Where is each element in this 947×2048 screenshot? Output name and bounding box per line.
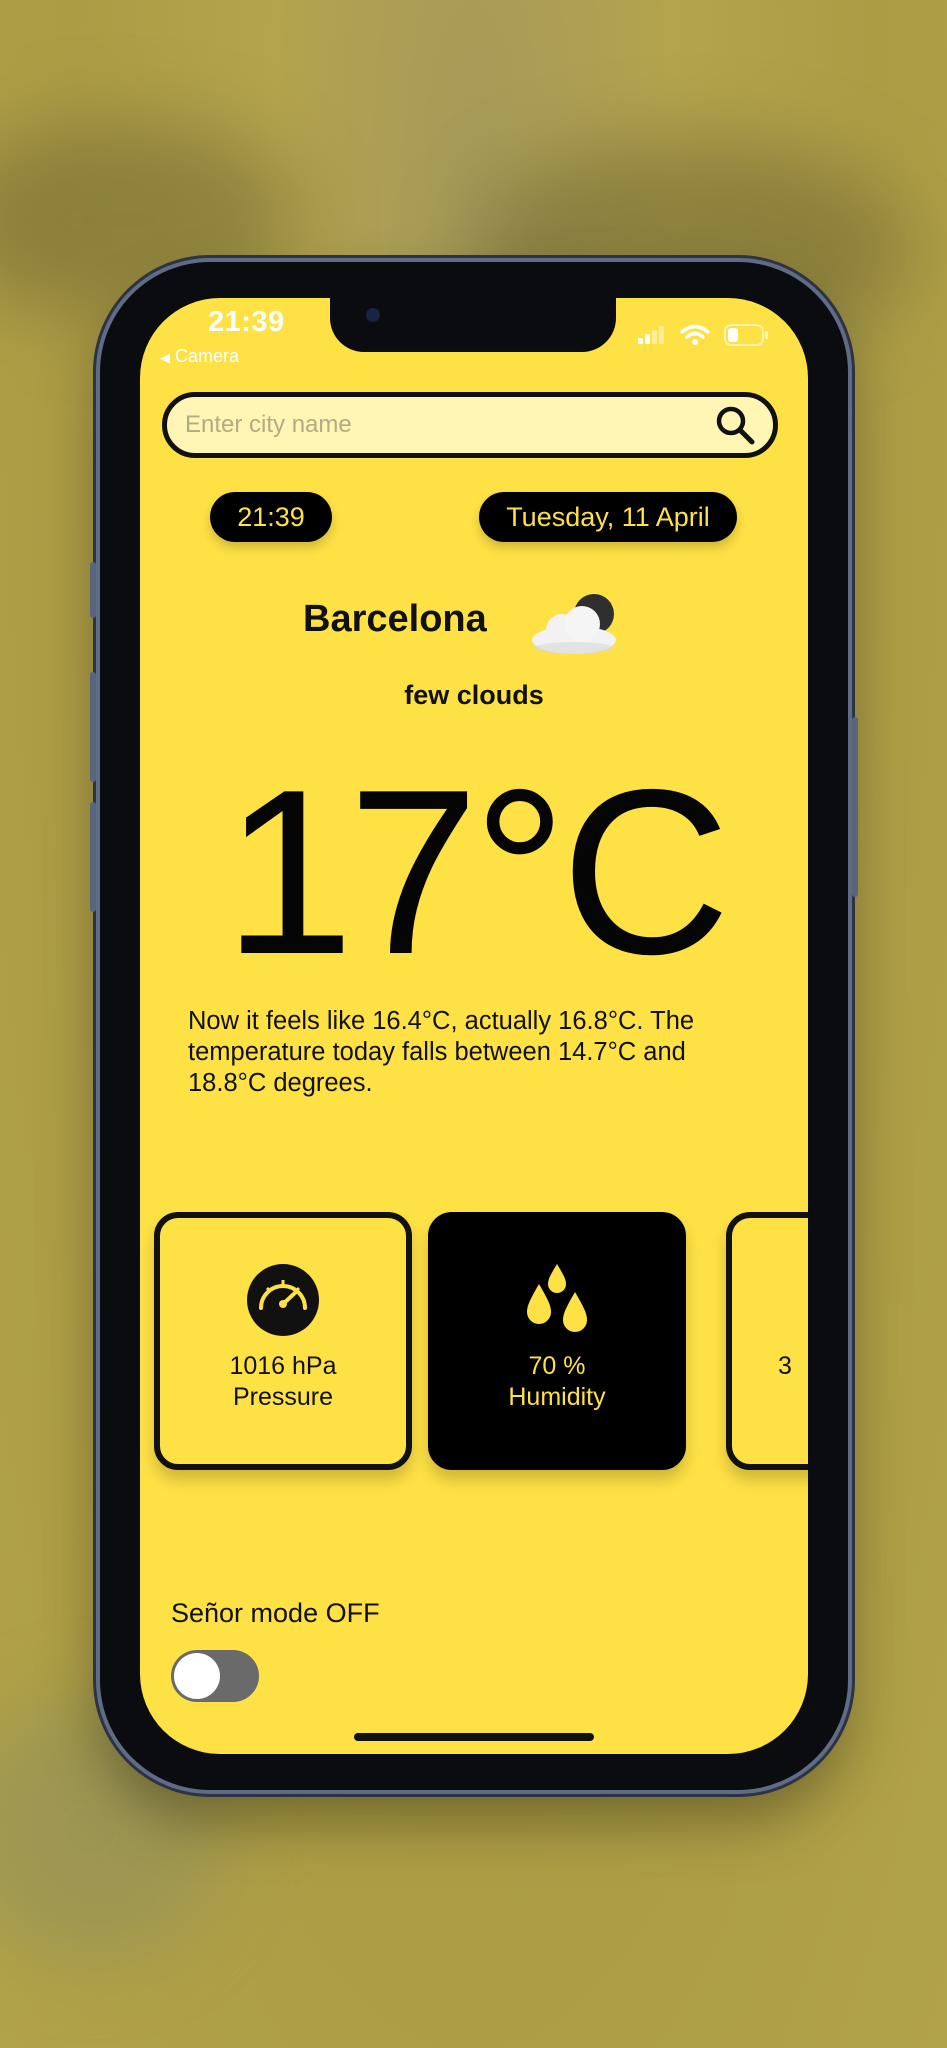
mute-switch	[90, 562, 96, 618]
status-icons	[638, 324, 768, 346]
home-indicator[interactable]	[354, 1733, 594, 1741]
notch	[330, 298, 616, 352]
power-button	[852, 717, 858, 897]
feels-like-text: Now it feels like 16.4°C, actually 16.8°…	[188, 1007, 695, 1097]
volume-up-button	[90, 672, 96, 782]
back-arrow-icon: ◀	[160, 350, 170, 365]
pressure-card[interactable]: 1016 hPa Pressure	[154, 1212, 412, 1470]
pressure-label: Pressure	[232, 1383, 334, 1411]
location-header: Barcelona	[140, 588, 808, 658]
humidity-card[interactable]: 70 % Humidity	[428, 1212, 686, 1470]
city-name: Barcelona	[303, 598, 487, 640]
humidity-value: 70 %	[528, 1352, 586, 1380]
signal-icon	[638, 326, 664, 344]
volume-down-button	[90, 802, 96, 912]
third-card-value: 3	[778, 1352, 792, 1380]
phone-frame: 21:39 ◀ Camera Enter city name 21:39 Tue…	[90, 262, 858, 1790]
back-to-camera-link[interactable]: ◀ Camera	[160, 346, 239, 367]
water-drops-icon	[527, 1264, 587, 1332]
wifi-icon	[680, 324, 710, 345]
third-weather-card[interactable]: 3	[726, 1212, 808, 1470]
time-pill: 21:39	[210, 492, 332, 542]
pressure-value: 1016 hPa	[229, 1352, 337, 1380]
few-clouds-night-icon	[532, 594, 616, 654]
app-screen: 21:39 ◀ Camera Enter city name 21:39 Tue…	[140, 298, 808, 1754]
senor-mode-toggle[interactable]	[171, 1650, 259, 1702]
humidity-label: Humidity	[508, 1383, 606, 1411]
battery-icon	[724, 324, 768, 346]
current-temperature: 17°C	[223, 740, 730, 1003]
date-pill: Tuesday, 11 April	[479, 492, 737, 542]
city-search-input[interactable]	[167, 410, 713, 440]
status-time: 21:39	[208, 306, 285, 338]
front-camera	[366, 308, 380, 322]
gauge-icon	[247, 1264, 319, 1336]
weather-description: few clouds	[404, 680, 544, 710]
search-icon[interactable]	[713, 403, 757, 447]
back-label: Camera	[175, 346, 240, 366]
search-bar	[162, 392, 778, 458]
senor-mode-label: Señor mode OFF	[171, 1598, 380, 1628]
toggle-knob	[174, 1653, 220, 1699]
